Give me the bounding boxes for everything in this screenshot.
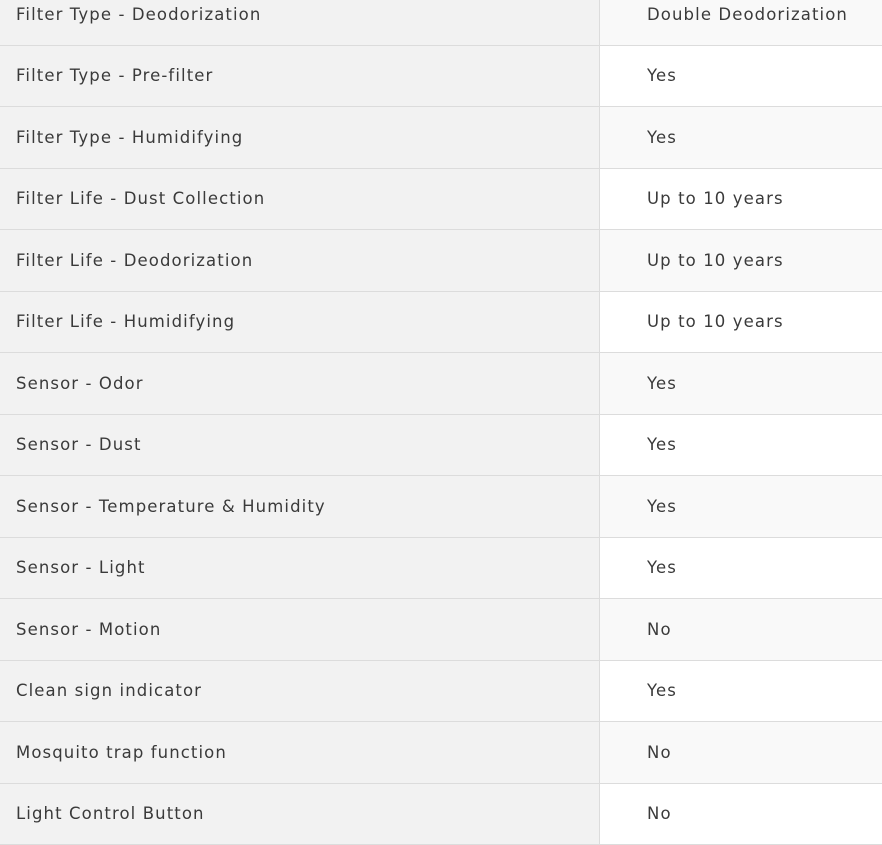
spec-label: Sensor - Motion xyxy=(0,599,600,660)
spec-value: Double Deodorization xyxy=(600,0,882,45)
spec-label: Filter Type - Pre-filter xyxy=(0,46,600,107)
spec-row: Filter Life - Dust CollectionUp to 10 ye… xyxy=(0,169,882,231)
spec-value: No xyxy=(600,722,882,783)
spec-label: Filter Life - Humidifying xyxy=(0,292,600,353)
spec-value: Yes xyxy=(600,107,882,168)
spec-value: Up to 10 years xyxy=(600,230,882,291)
spec-value: Yes xyxy=(600,661,882,722)
spec-row: Clean sign indicatorYes xyxy=(0,661,882,723)
spec-value: Yes xyxy=(600,46,882,107)
spec-label: Sensor - Odor xyxy=(0,353,600,414)
spec-value: Yes xyxy=(600,538,882,599)
spec-value: No xyxy=(600,784,882,845)
spec-label: Filter Type - Humidifying xyxy=(0,107,600,168)
spec-label: Filter Type - Deodorization xyxy=(0,0,600,45)
spec-row: Sensor - Temperature & HumidityYes xyxy=(0,476,882,538)
spec-row: Filter Type - Pre-filterYes xyxy=(0,46,882,108)
spec-label: Filter Life - Deodorization xyxy=(0,230,600,291)
spec-table: Filter Type - DeodorizationDouble Deodor… xyxy=(0,0,882,845)
spec-label: Sensor - Temperature & Humidity xyxy=(0,476,600,537)
spec-label: Light Control Button xyxy=(0,784,600,845)
spec-value: Yes xyxy=(600,415,882,476)
spec-label: Filter Life - Dust Collection xyxy=(0,169,600,230)
spec-row: Mosquito trap functionNo xyxy=(0,722,882,784)
spec-row: Filter Type - HumidifyingYes xyxy=(0,107,882,169)
spec-row: Filter Life - DeodorizationUp to 10 year… xyxy=(0,230,882,292)
spec-value: Yes xyxy=(600,476,882,537)
spec-row: Filter Type - DeodorizationDouble Deodor… xyxy=(0,0,882,46)
spec-value: Up to 10 years xyxy=(600,169,882,230)
spec-row: Sensor - LightYes xyxy=(0,538,882,600)
spec-row: Sensor - DustYes xyxy=(0,415,882,477)
spec-row: Sensor - OdorYes xyxy=(0,353,882,415)
spec-label: Clean sign indicator xyxy=(0,661,600,722)
spec-label: Mosquito trap function xyxy=(0,722,600,783)
spec-value: No xyxy=(600,599,882,660)
spec-row: Filter Life - HumidifyingUp to 10 years xyxy=(0,292,882,354)
spec-row: Sensor - MotionNo xyxy=(0,599,882,661)
spec-label: Sensor - Dust xyxy=(0,415,600,476)
spec-row: Light Control ButtonNo xyxy=(0,784,882,845)
spec-label: Sensor - Light xyxy=(0,538,600,599)
spec-value: Yes xyxy=(600,353,882,414)
spec-value: Up to 10 years xyxy=(600,292,882,353)
